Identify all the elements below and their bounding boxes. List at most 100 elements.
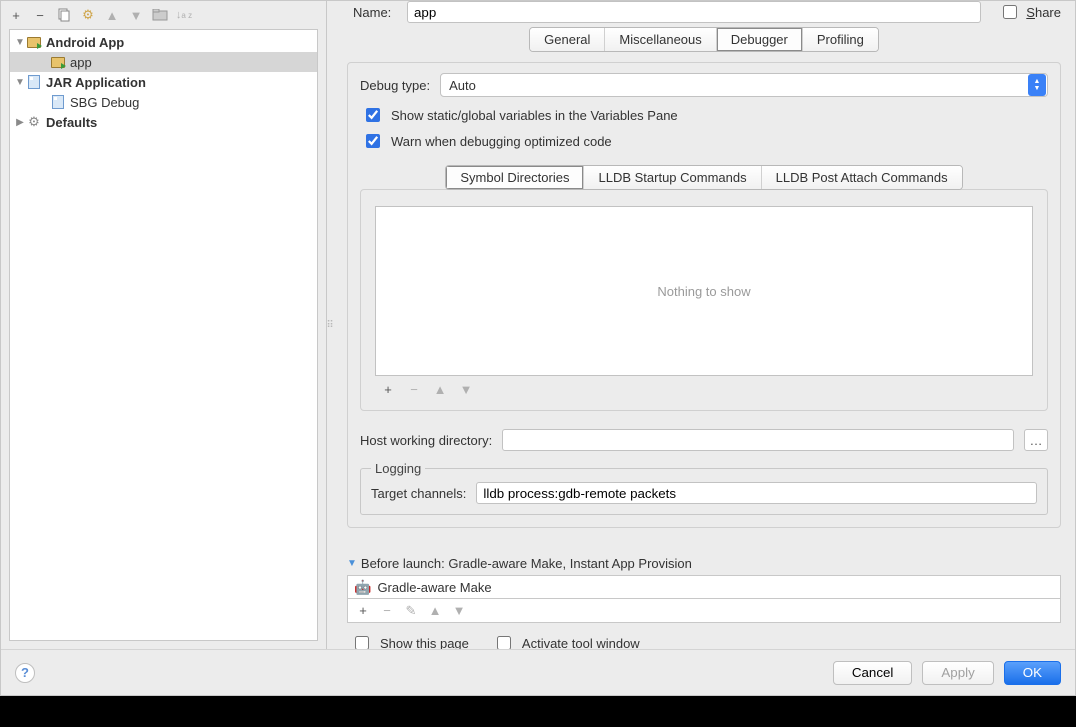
sort-icon: ↓a z bbox=[176, 9, 192, 21]
target-channels-input[interactable] bbox=[476, 482, 1037, 504]
warn-optimized-checkbox[interactable] bbox=[366, 134, 380, 148]
debug-type-label: Debug type: bbox=[360, 78, 430, 93]
jar-icon bbox=[26, 74, 42, 90]
target-channels-label: Target channels: bbox=[371, 486, 466, 501]
plus-icon: + bbox=[359, 603, 367, 618]
before-launch-toolbar: + − ✎ ▲ ▼ bbox=[347, 599, 1061, 623]
tab-miscellaneous[interactable]: Miscellaneous bbox=[605, 28, 716, 51]
tab-profiling[interactable]: Profiling bbox=[803, 28, 878, 51]
debugger-subtabs: Symbol Directories LLDB Startup Commands… bbox=[445, 165, 962, 190]
cancel-button[interactable]: Cancel bbox=[833, 661, 913, 685]
before-launch-list[interactable]: 🤖 Gradle-aware Make bbox=[347, 575, 1061, 599]
name-input[interactable] bbox=[407, 1, 981, 23]
gear-icon: ⚙ bbox=[26, 114, 42, 130]
apply-button[interactable]: Apply bbox=[922, 661, 993, 685]
sidebar-toolbar: + − ⚙ ▲ ▼ ↓a z bbox=[1, 1, 326, 29]
before-up-button[interactable]: ▲ bbox=[424, 600, 446, 622]
tree-node-sbg-debug[interactable]: SBG Debug bbox=[10, 92, 317, 112]
config-tree[interactable]: ▼ Android App app ▼ JAR Application SBG … bbox=[9, 29, 318, 641]
minus-icon: − bbox=[383, 603, 391, 618]
debugger-panel: Debug type: Auto ▲▼ Show static/global v… bbox=[347, 62, 1061, 528]
select-arrows-icon: ▲▼ bbox=[1028, 74, 1046, 96]
before-launch-section: ▼ Before launch: Gradle-aware Make, Inst… bbox=[347, 556, 1061, 653]
android-folder-icon bbox=[50, 54, 66, 70]
sidebar: + − ⚙ ▲ ▼ ↓a z ▼ Android App bbox=[1, 1, 327, 649]
chevron-down-icon: ▼ bbox=[130, 8, 143, 23]
before-launch-title: Before launch: Gradle-aware Make, Instan… bbox=[361, 556, 692, 571]
list-remove-button[interactable]: − bbox=[403, 378, 425, 400]
empty-placeholder: Nothing to show bbox=[657, 284, 750, 299]
activate-tool-window-checkbox[interactable] bbox=[497, 636, 511, 650]
chevron-up-icon: ▲ bbox=[434, 382, 447, 397]
add-config-button[interactable]: + bbox=[5, 4, 27, 26]
show-static-label: Show static/global variables in the Vari… bbox=[391, 108, 678, 123]
pencil-icon: ✎ bbox=[406, 603, 417, 619]
config-editor: Name: Share General Miscellaneous Debugg… bbox=[333, 1, 1075, 649]
before-launch-item-label: Gradle-aware Make bbox=[377, 580, 491, 595]
remove-config-button[interactable]: − bbox=[29, 4, 51, 26]
tree-node-app[interactable]: app bbox=[10, 52, 317, 72]
chevron-up-icon: ▲ bbox=[106, 8, 119, 23]
before-launch-header[interactable]: ▼ Before launch: Gradle-aware Make, Inst… bbox=[347, 556, 1061, 571]
warn-optimized-label: Warn when debugging optimized code bbox=[391, 134, 612, 149]
subtab-lldb-startup[interactable]: LLDB Startup Commands bbox=[584, 166, 761, 189]
ok-button[interactable]: OK bbox=[1004, 661, 1061, 685]
list-down-button[interactable]: ▼ bbox=[455, 378, 477, 400]
sort-button[interactable]: ↓a z bbox=[173, 4, 195, 26]
minus-icon: − bbox=[410, 382, 418, 397]
dialog-footer: ? Cancel Apply OK bbox=[1, 649, 1075, 695]
share-label: Share bbox=[1026, 5, 1061, 20]
tree-label: JAR Application bbox=[46, 75, 146, 90]
chevron-down-icon: ▼ bbox=[453, 603, 466, 618]
tab-general[interactable]: General bbox=[530, 28, 605, 51]
list-toolbar: + − ▲ ▼ bbox=[375, 376, 1033, 402]
tree-node-jar-application[interactable]: ▼ JAR Application bbox=[10, 72, 317, 92]
before-edit-button[interactable]: ✎ bbox=[400, 600, 422, 622]
host-working-dir-input[interactable] bbox=[502, 429, 1014, 451]
help-button[interactable]: ? bbox=[15, 663, 35, 683]
gear-icon: ⚙ bbox=[82, 7, 94, 23]
before-down-button[interactable]: ▼ bbox=[448, 600, 470, 622]
plus-icon: + bbox=[384, 382, 392, 397]
copy-icon bbox=[57, 8, 71, 22]
show-this-page-checkbox[interactable] bbox=[355, 636, 369, 650]
ellipsis-icon: … bbox=[1030, 433, 1043, 448]
before-remove-button[interactable]: − bbox=[376, 600, 398, 622]
show-static-checkbox[interactable] bbox=[366, 108, 380, 122]
tree-label: app bbox=[70, 55, 92, 70]
tree-label: Android App bbox=[46, 35, 124, 50]
list-add-button[interactable]: + bbox=[377, 378, 399, 400]
browse-button[interactable]: … bbox=[1024, 429, 1048, 451]
main-tabs: General Miscellaneous Debugger Profiling bbox=[529, 27, 879, 52]
tree-node-android-app[interactable]: ▼ Android App bbox=[10, 32, 317, 52]
folder-icon bbox=[152, 9, 168, 21]
tab-debugger[interactable]: Debugger bbox=[717, 28, 803, 51]
subtab-lldb-postattach[interactable]: LLDB Post Attach Commands bbox=[762, 166, 962, 189]
move-up-button[interactable]: ▲ bbox=[101, 4, 123, 26]
settings-config-button[interactable]: ⚙ bbox=[77, 4, 99, 26]
copy-config-button[interactable] bbox=[53, 4, 75, 26]
host-working-dir-label: Host working directory: bbox=[360, 433, 492, 448]
disclosure-triangle-icon[interactable]: ▼ bbox=[14, 77, 26, 88]
folder-button[interactable] bbox=[149, 4, 171, 26]
tree-label: SBG Debug bbox=[70, 95, 139, 110]
disclosure-triangle-icon[interactable]: ▼ bbox=[14, 37, 26, 48]
symbol-directory-list[interactable]: Nothing to show bbox=[375, 206, 1033, 376]
tree-label: Defaults bbox=[46, 115, 97, 130]
before-add-button[interactable]: + bbox=[352, 600, 374, 622]
dialog-window: + − ⚙ ▲ ▼ ↓a z ▼ Android App bbox=[0, 0, 1076, 696]
list-up-button[interactable]: ▲ bbox=[429, 378, 451, 400]
move-down-button[interactable]: ▼ bbox=[125, 4, 147, 26]
disclosure-triangle-icon: ▼ bbox=[347, 558, 357, 569]
chevron-down-icon: ▼ bbox=[460, 382, 473, 397]
android-icon: 🤖 bbox=[354, 579, 371, 596]
symbol-directories-panel: Nothing to show + − ▲ ▼ bbox=[360, 189, 1048, 411]
share-checkbox[interactable] bbox=[1003, 5, 1017, 19]
android-folder-icon bbox=[26, 34, 42, 50]
help-icon: ? bbox=[21, 665, 29, 680]
jar-icon bbox=[50, 94, 66, 110]
tree-node-defaults[interactable]: ▶ ⚙ Defaults bbox=[10, 112, 317, 132]
subtab-symbol-directories[interactable]: Symbol Directories bbox=[446, 166, 584, 189]
disclosure-triangle-icon[interactable]: ▶ bbox=[14, 117, 26, 128]
debug-type-select[interactable]: Auto ▲▼ bbox=[440, 73, 1048, 97]
